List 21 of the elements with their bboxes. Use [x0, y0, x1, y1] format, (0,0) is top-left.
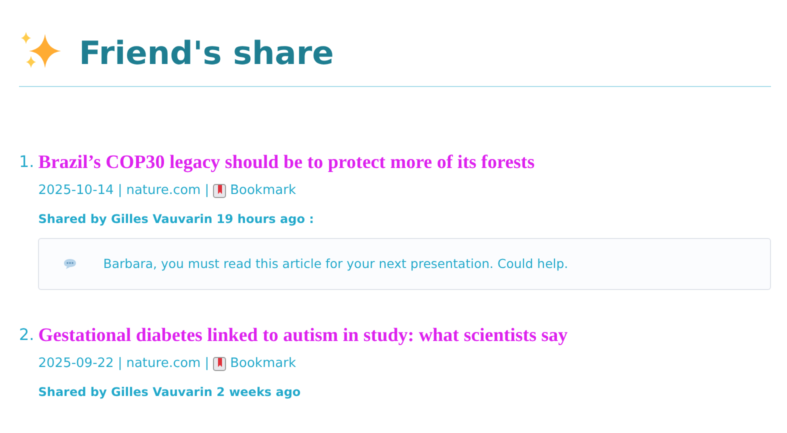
list-number: 1. [19, 151, 34, 173]
bookmark-icon [213, 357, 226, 371]
article-title-link[interactable]: Gestational diabetes linked to autism in study: what scientists say [38, 325, 568, 346]
bookmark-icon [213, 184, 226, 198]
article-date: 2025-09-22 [38, 355, 114, 374]
source-link[interactable]: nature.com [126, 354, 201, 374]
speech-bubble-icon [63, 258, 78, 270]
shared-by-text: Shared by Gilles Vauvarin 2 weeks ago [38, 384, 302, 401]
article-date: 2025-10-14 [38, 182, 114, 200]
separator: | [118, 355, 122, 374]
separator: | [118, 182, 122, 200]
list-number: 2. [19, 324, 34, 346]
bookmark-link[interactable]: Bookmark [230, 181, 296, 200]
article-title-link[interactable]: Brazil’s COP30 legacy should be to protect more of its forests [38, 152, 535, 173]
separator: | [204, 355, 210, 374]
shared-by-text: Shared by Gilles Vauvarin 19 hours ago : [38, 210, 315, 228]
page-title: Friend's share [79, 34, 334, 72]
comment-text: Barbara, you must read this article for your next presentation. Could help. [103, 254, 568, 273]
separator: | [204, 182, 210, 200]
source-link[interactable]: nature.com [126, 181, 201, 200]
bookmark-link[interactable]: Bookmark [230, 354, 296, 374]
